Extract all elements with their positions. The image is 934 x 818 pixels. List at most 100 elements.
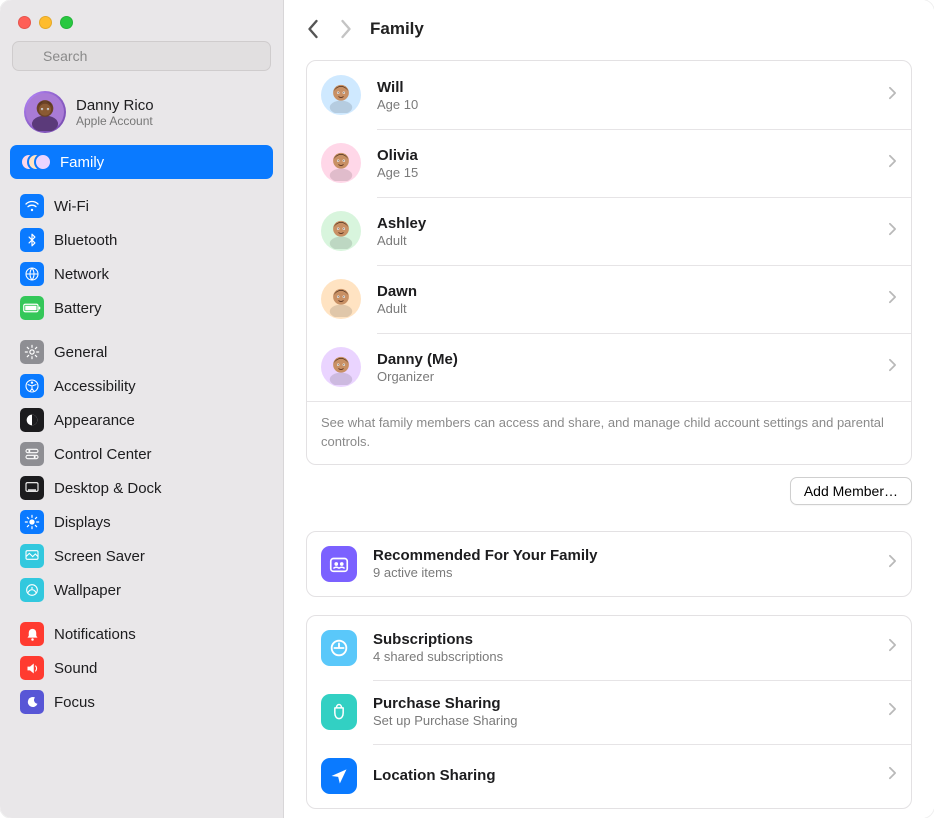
member-name: Will bbox=[377, 79, 418, 96]
member-sub: Organizer bbox=[377, 369, 458, 384]
battery-icon bbox=[20, 296, 44, 320]
subscriptions-row[interactable]: Subscriptions 4 shared subscriptions bbox=[307, 616, 911, 680]
subscriptions-text: Subscriptions 4 shared subscriptions bbox=[373, 631, 503, 664]
sidebar-item-wifi[interactable]: Wi-Fi bbox=[10, 189, 273, 223]
chevron-right-icon bbox=[888, 554, 897, 573]
member-text: Dawn Adult bbox=[377, 283, 417, 316]
sidebar-item-screensaver[interactable]: Screen Saver bbox=[10, 539, 273, 573]
chevron-right-icon bbox=[888, 638, 897, 657]
member-text: Ashley Adult bbox=[377, 215, 426, 248]
chevron-right-icon bbox=[888, 222, 897, 241]
family-member-row[interactable]: Will Age 10 bbox=[307, 61, 911, 129]
chevron-right-icon bbox=[888, 154, 897, 173]
close-window-button[interactable] bbox=[18, 16, 31, 29]
sidebar-item-label: Desktop & Dock bbox=[54, 480, 162, 497]
recommended-icon bbox=[321, 546, 357, 582]
member-text: Will Age 10 bbox=[377, 79, 418, 112]
purchase-sharing-row[interactable]: Purchase Sharing Set up Purchase Sharing bbox=[307, 680, 911, 744]
chevron-right-icon bbox=[888, 290, 897, 309]
content-pane: Family Will Age 10 bbox=[284, 0, 934, 818]
sidebar-item-bluetooth[interactable]: Bluetooth bbox=[10, 223, 273, 257]
sidebar-item-wallpaper[interactable]: Wallpaper bbox=[10, 573, 273, 607]
location-sharing-text: Location Sharing bbox=[373, 767, 496, 784]
family-member-row[interactable]: Dawn Adult bbox=[307, 265, 911, 333]
minimize-window-button[interactable] bbox=[39, 16, 52, 29]
appearance-icon bbox=[20, 408, 44, 432]
account-name: Danny Rico bbox=[76, 97, 154, 114]
recommended-text: Recommended For Your Family 9 active ite… bbox=[373, 547, 598, 580]
chevron-right-icon bbox=[888, 86, 897, 105]
sidebar-item-desktopdock[interactable]: Desktop & Dock bbox=[10, 471, 273, 505]
notifications-icon bbox=[20, 622, 44, 646]
sidebar-item-controlcenter[interactable]: Control Center bbox=[10, 437, 273, 471]
family-member-row[interactable]: Olivia Age 15 bbox=[307, 129, 911, 197]
sidebar-item-general[interactable]: General bbox=[10, 335, 273, 369]
desktop-dock-icon bbox=[20, 476, 44, 500]
location-sharing-icon bbox=[321, 758, 357, 794]
sidebar-item-battery[interactable]: Battery bbox=[10, 291, 273, 325]
subscriptions-sub: 4 shared subscriptions bbox=[373, 649, 503, 664]
account-sub: Apple Account bbox=[76, 114, 154, 128]
member-sub: Age 10 bbox=[377, 97, 418, 112]
family-member-row[interactable]: Ashley Adult bbox=[307, 197, 911, 265]
sidebar-item-label: Screen Saver bbox=[54, 548, 145, 565]
sidebar-item-label: General bbox=[54, 344, 107, 361]
member-avatar bbox=[321, 347, 361, 387]
member-avatar bbox=[321, 75, 361, 115]
nav-back-button[interactable] bbox=[302, 18, 322, 40]
zoom-window-button[interactable] bbox=[60, 16, 73, 29]
sidebar-item-family[interactable]: Family bbox=[10, 145, 273, 179]
network-icon bbox=[20, 262, 44, 286]
member-name: Dawn bbox=[377, 283, 417, 300]
search-container bbox=[0, 37, 283, 81]
sidebar-item-label: Focus bbox=[54, 694, 95, 711]
member-sub: Age 15 bbox=[377, 165, 418, 180]
member-text: Danny (Me) Organizer bbox=[377, 351, 458, 384]
family-panel-footer: See what family members can access and s… bbox=[307, 401, 911, 464]
sidebar-item-notifications[interactable]: Notifications bbox=[10, 617, 273, 651]
purchase-sharing-sub: Set up Purchase Sharing bbox=[373, 713, 518, 728]
recommended-row[interactable]: Recommended For Your Family 9 active ite… bbox=[307, 532, 911, 596]
location-sharing-row[interactable]: Location Sharing bbox=[307, 744, 911, 808]
gear-icon bbox=[20, 340, 44, 364]
recommended-panel: Recommended For Your Family 9 active ite… bbox=[306, 531, 912, 597]
sidebar-item-displays[interactable]: Displays bbox=[10, 505, 273, 539]
member-name: Ashley bbox=[377, 215, 426, 232]
account-row[interactable]: Danny Rico Apple Account bbox=[0, 81, 283, 145]
sidebar-item-label: Battery bbox=[54, 300, 102, 317]
sidebar-item-sound[interactable]: Sound bbox=[10, 651, 273, 685]
control-center-icon bbox=[20, 442, 44, 466]
sidebar-nav: Family Wi-Fi Bluetooth bbox=[0, 145, 283, 735]
family-members-panel: Will Age 10 Olivia Age 15 bbox=[306, 60, 912, 465]
sidebar-item-network[interactable]: Network bbox=[10, 257, 273, 291]
add-member-row: Add Member… bbox=[306, 477, 912, 505]
family-member-row[interactable]: Danny (Me) Organizer bbox=[307, 333, 911, 401]
member-name: Olivia bbox=[377, 147, 418, 164]
member-sub: Adult bbox=[377, 233, 426, 248]
member-avatar bbox=[321, 211, 361, 251]
search-input[interactable] bbox=[12, 41, 271, 71]
sidebar-item-label: Wi-Fi bbox=[54, 198, 89, 215]
purchase-sharing-title: Purchase Sharing bbox=[373, 695, 518, 712]
sidebar-item-label: Appearance bbox=[54, 412, 135, 429]
sound-icon bbox=[20, 656, 44, 680]
recommended-sub: 9 active items bbox=[373, 565, 598, 580]
add-member-button[interactable]: Add Member… bbox=[790, 477, 912, 505]
purchase-sharing-text: Purchase Sharing Set up Purchase Sharing bbox=[373, 695, 518, 728]
chevron-right-icon bbox=[888, 766, 897, 785]
sidebar-item-label: Bluetooth bbox=[54, 232, 117, 249]
settings-window: Danny Rico Apple Account Family Wi-Fi bbox=[0, 0, 934, 818]
location-sharing-title: Location Sharing bbox=[373, 767, 496, 784]
sidebar-item-label: Displays bbox=[54, 514, 111, 531]
purchase-sharing-icon bbox=[321, 694, 357, 730]
sharing-panel: Subscriptions 4 shared subscriptions Pur… bbox=[306, 615, 912, 809]
sidebar-item-focus[interactable]: Focus bbox=[10, 685, 273, 719]
nav-forward-button bbox=[336, 18, 356, 40]
chevron-right-icon bbox=[888, 358, 897, 377]
sidebar-item-label: Notifications bbox=[54, 626, 136, 643]
subscriptions-icon bbox=[321, 630, 357, 666]
screensaver-icon bbox=[20, 544, 44, 568]
sidebar-item-accessibility[interactable]: Accessibility bbox=[10, 369, 273, 403]
member-avatar bbox=[321, 279, 361, 319]
sidebar-item-appearance[interactable]: Appearance bbox=[10, 403, 273, 437]
